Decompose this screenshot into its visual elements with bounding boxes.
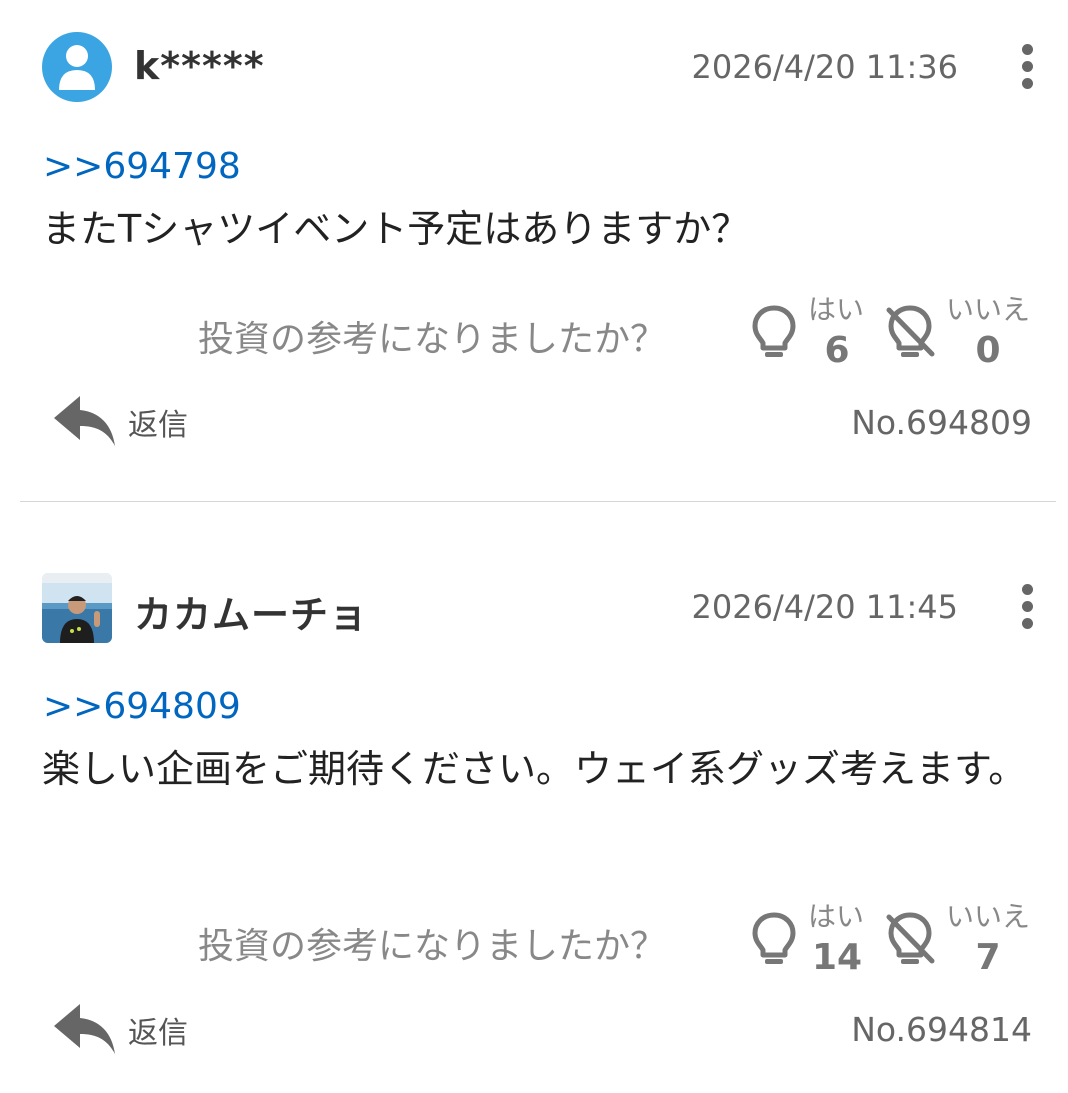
reply-label: 返信 xyxy=(128,408,188,443)
lightbulb-icon xyxy=(752,912,796,964)
timestamp: 2026/4/20 11:45 xyxy=(691,588,958,626)
reply-button[interactable]: 返信 xyxy=(52,392,202,452)
reply-arrow-icon xyxy=(54,396,115,446)
kebab-menu-icon[interactable] xyxy=(1012,584,1042,632)
avatar[interactable] xyxy=(42,32,112,102)
vote-yes-count: 14 xyxy=(811,937,863,978)
lightbulb-icon xyxy=(752,305,796,357)
divider xyxy=(20,501,1056,502)
vote-no-button[interactable]: いいえ 7 xyxy=(884,895,1044,985)
vote-row: 投資の参考になりましたか？ はい 6 いいえ 0 xyxy=(0,288,1068,378)
reply-reference-link[interactable]: >>694798 xyxy=(43,146,241,187)
user-photo xyxy=(42,573,112,643)
reply-reference-link[interactable]: >>694809 xyxy=(43,686,241,727)
comment-post: k***** 2026/4/20 11:36 >>694798 またTシャツイベ… xyxy=(0,0,1068,502)
person-icon xyxy=(59,45,95,90)
vote-yes-count: 6 xyxy=(824,330,850,371)
reply-arrow-icon xyxy=(54,1004,115,1054)
vote-question: 投資の参考になりましたか？ xyxy=(198,926,667,967)
vote-yes-button[interactable]: はい 14 xyxy=(748,895,868,985)
vote-question: 投資の参考になりましたか？ xyxy=(198,319,667,360)
avatar[interactable] xyxy=(42,573,112,643)
vote-no-label: いいえ xyxy=(946,900,1031,933)
post-number: No.694814 xyxy=(851,1010,1032,1049)
vote-no-button[interactable]: いいえ 0 xyxy=(884,288,1044,378)
vote-yes-label: はい xyxy=(808,293,865,326)
vote-yes-label: はい xyxy=(808,900,865,933)
lightbulb-off-icon xyxy=(886,305,935,357)
comment-post: カカムーチョ 2026/4/20 11:45 >>694809 楽しい企画をご期… xyxy=(0,540,1068,1093)
lightbulb-off-icon xyxy=(886,912,935,964)
vote-yes-button[interactable]: はい 6 xyxy=(748,288,868,378)
comment-body: 楽しい企画をご期待ください。ウェイ系グッズ考えます。 xyxy=(42,747,1027,791)
timestamp: 2026/4/20 11:36 xyxy=(691,48,958,86)
vote-no-label: いいえ xyxy=(946,293,1031,326)
username[interactable]: カカムーチョ xyxy=(134,584,368,639)
vote-row: 投資の参考になりましたか？ はい 14 いいえ 7 xyxy=(0,895,1068,985)
username[interactable]: k***** xyxy=(134,44,265,88)
reply-label: 返信 xyxy=(128,1016,188,1051)
vote-no-count: 7 xyxy=(975,937,1001,978)
vote-no-count: 0 xyxy=(975,330,1001,371)
post-number: No.694809 xyxy=(851,403,1032,442)
reply-button[interactable]: 返信 xyxy=(52,1000,202,1060)
comment-body: またTシャツイベント予定はありますか？ xyxy=(42,207,750,251)
kebab-menu-icon[interactable] xyxy=(1012,44,1042,92)
